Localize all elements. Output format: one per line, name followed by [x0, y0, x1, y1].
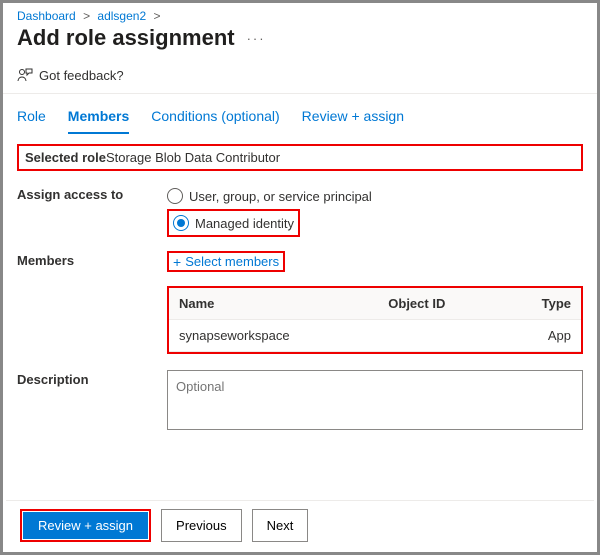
- tab-bar: Role Members Conditions (optional) Revie…: [3, 94, 597, 134]
- assign-access-label: Assign access to: [17, 185, 167, 202]
- radio-user-group-sp[interactable]: User, group, or service principal: [167, 185, 372, 207]
- cell-type: App: [502, 320, 581, 352]
- radio-label: User, group, or service principal: [189, 189, 372, 204]
- cell-name: synapseworkspace: [169, 320, 378, 352]
- description-input[interactable]: [167, 370, 583, 430]
- tab-role[interactable]: Role: [17, 104, 46, 134]
- plus-icon: +: [173, 255, 181, 269]
- tab-members[interactable]: Members: [68, 104, 129, 134]
- table-row[interactable]: synapseworkspace App: [169, 320, 581, 352]
- footer-bar: Review + assign Previous Next: [6, 500, 594, 552]
- selected-role-row: Selected role Storage Blob Data Contribu…: [17, 144, 583, 171]
- page-title: Add role assignment: [17, 25, 235, 51]
- chevron-right-icon: >: [153, 9, 160, 23]
- table-header-row: Name Object ID Type: [169, 288, 581, 320]
- description-label: Description: [17, 370, 167, 387]
- review-assign-button[interactable]: Review + assign: [23, 512, 148, 539]
- select-members-label: Select members: [185, 254, 279, 269]
- cell-object-id: [378, 320, 502, 352]
- col-type: Type: [502, 288, 581, 320]
- col-object-id: Object ID: [378, 288, 502, 320]
- feedback-label: Got feedback?: [39, 68, 124, 83]
- person-feedback-icon: [17, 67, 33, 83]
- breadcrumb: Dashboard > adlsgen2 >: [3, 3, 597, 23]
- members-table: Name Object ID Type synapseworkspace App: [167, 286, 583, 354]
- members-label: Members: [17, 251, 167, 268]
- select-members-link[interactable]: + Select members: [173, 254, 279, 269]
- col-name: Name: [169, 288, 378, 320]
- selected-role-value: Storage Blob Data Contributor: [106, 150, 280, 165]
- assign-access-radio-group: User, group, or service principal Manage…: [167, 185, 372, 237]
- selected-role-label: Selected role: [25, 150, 106, 165]
- next-button[interactable]: Next: [252, 509, 309, 542]
- radio-icon: [167, 188, 183, 204]
- previous-button[interactable]: Previous: [161, 509, 242, 542]
- more-options-icon[interactable]: ···: [247, 31, 266, 46]
- feedback-link[interactable]: Got feedback?: [3, 59, 597, 93]
- chevron-right-icon: >: [83, 9, 90, 23]
- radio-icon: [173, 215, 189, 231]
- tab-conditions[interactable]: Conditions (optional): [151, 104, 279, 134]
- radio-managed-identity[interactable]: Managed identity: [173, 212, 294, 234]
- breadcrumb-item-resource[interactable]: adlsgen2: [97, 9, 146, 23]
- breadcrumb-item-dashboard[interactable]: Dashboard: [17, 9, 76, 23]
- radio-label: Managed identity: [195, 216, 294, 231]
- tab-review-assign[interactable]: Review + assign: [302, 104, 404, 134]
